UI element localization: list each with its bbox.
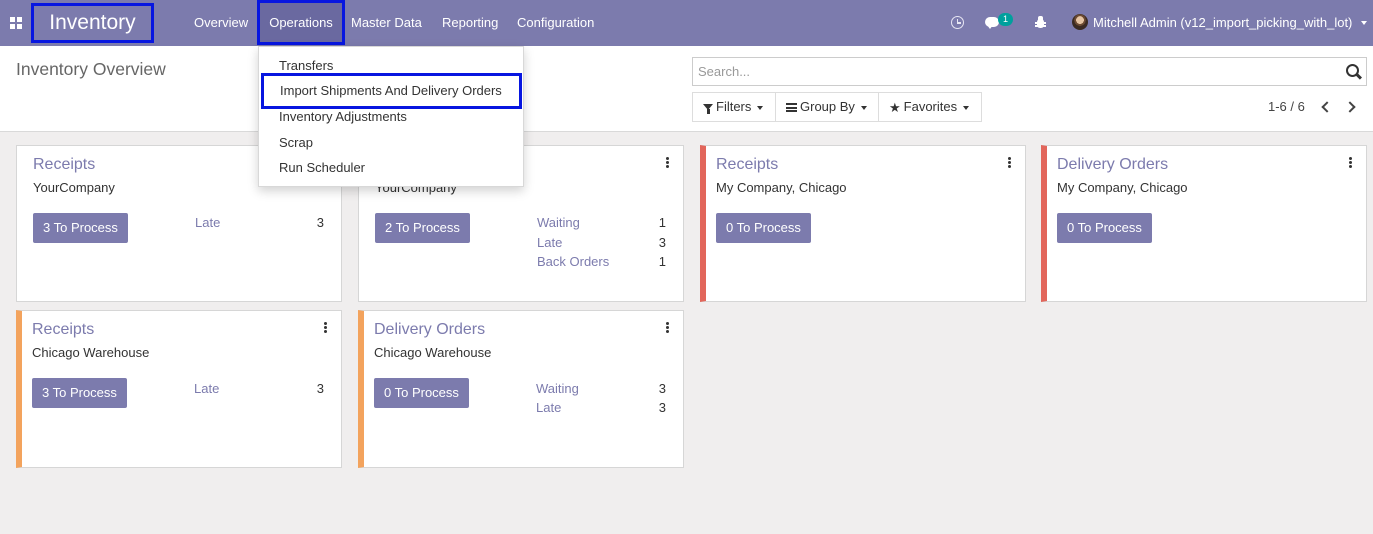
stat-back-orders-link[interactable]: Back Orders bbox=[537, 254, 609, 269]
menu-item-import-shipments[interactable]: Import Shipments And Delivery Orders bbox=[261, 73, 522, 109]
stat-waiting-value: 1 bbox=[658, 215, 666, 230]
card-title[interactable]: Receipts bbox=[32, 321, 94, 339]
control-panel: Inventory Overview Filters Group By ★Fav… bbox=[0, 46, 1373, 132]
star-icon: ★ bbox=[889, 100, 901, 116]
kebab-menu-icon[interactable] bbox=[666, 157, 669, 168]
stat-late-link[interactable]: Late bbox=[195, 215, 220, 230]
kanban-card[interactable]: Receipts My Company, Chicago 0 To Proces… bbox=[700, 145, 1026, 302]
card-title[interactable]: Receipts bbox=[33, 156, 95, 174]
stat-waiting-value: 3 bbox=[658, 381, 666, 396]
chat-icon[interactable] bbox=[985, 17, 999, 29]
chevron-left-icon[interactable] bbox=[1320, 101, 1330, 113]
to-process-button[interactable]: 0 To Process bbox=[1057, 213, 1152, 243]
user-caret-icon[interactable] bbox=[1361, 21, 1367, 25]
caret-down-icon bbox=[757, 105, 764, 110]
top-navbar: Inventory Overview Operations Master Dat… bbox=[0, 0, 1373, 46]
kebab-menu-icon[interactable] bbox=[324, 322, 327, 333]
to-process-button[interactable]: 3 To Process bbox=[32, 378, 127, 408]
menu-item-inventory-adjustments[interactable]: Inventory Adjustments bbox=[279, 109, 407, 124]
search-box bbox=[692, 57, 1367, 86]
group-by-label: Group By bbox=[800, 99, 855, 114]
search-icon[interactable] bbox=[1346, 64, 1359, 77]
card-subtitle: Chicago Warehouse bbox=[32, 345, 150, 360]
to-process-button[interactable]: 2 To Process bbox=[375, 213, 470, 243]
debug-bug-icon[interactable] bbox=[1035, 16, 1046, 29]
menu-configuration[interactable]: Configuration bbox=[517, 0, 594, 46]
kanban-card[interactable]: Receipts Chicago Warehouse 3 To Process … bbox=[16, 310, 342, 468]
kanban-card[interactable]: Delivery Orders Chicago Warehouse 0 To P… bbox=[358, 310, 684, 468]
to-process-button[interactable]: 3 To Process bbox=[33, 213, 128, 243]
menu-reporting[interactable]: Reporting bbox=[442, 0, 498, 46]
stat-late-value: 3 bbox=[658, 400, 666, 415]
card-title[interactable]: Delivery Orders bbox=[1057, 156, 1168, 174]
menu-overview[interactable]: Overview bbox=[194, 0, 248, 46]
caret-down-icon bbox=[860, 105, 867, 110]
user-avatar[interactable] bbox=[1072, 14, 1088, 30]
chevron-right-icon[interactable] bbox=[1346, 101, 1356, 113]
to-process-button[interactable]: 0 To Process bbox=[374, 378, 469, 408]
card-subtitle: My Company, Chicago bbox=[716, 180, 847, 195]
favorites-label: Favorites bbox=[903, 99, 958, 114]
stat-late-value: 3 bbox=[658, 235, 666, 250]
stat-waiting-link[interactable]: Waiting bbox=[536, 381, 579, 396]
activity-clock-icon[interactable] bbox=[951, 16, 964, 29]
card-subtitle: YourCompany bbox=[33, 180, 115, 195]
card-subtitle: My Company, Chicago bbox=[1057, 180, 1188, 195]
stat-late-link[interactable]: Late bbox=[537, 235, 562, 250]
bars-icon bbox=[786, 103, 797, 113]
pager-value[interactable]: 1-6 / 6 bbox=[1268, 99, 1305, 114]
group-by-button[interactable]: Group By bbox=[775, 92, 879, 122]
filters-button[interactable]: Filters bbox=[692, 92, 776, 122]
menu-item-transfers[interactable]: Transfers bbox=[279, 58, 333, 73]
stat-late-link[interactable]: Late bbox=[536, 400, 561, 415]
stat-back-orders-value: 1 bbox=[658, 254, 666, 269]
operations-dropdown-menu: Transfers Import Shipments And Delivery … bbox=[258, 46, 524, 187]
stat-late-value: 3 bbox=[316, 381, 324, 396]
menu-item-run-scheduler[interactable]: Run Scheduler bbox=[279, 160, 365, 175]
card-title[interactable]: Receipts bbox=[716, 156, 778, 174]
stat-waiting-link[interactable]: Waiting bbox=[537, 215, 580, 230]
stat-late-link[interactable]: Late bbox=[194, 381, 219, 396]
kebab-menu-icon[interactable] bbox=[666, 322, 669, 333]
kebab-menu-icon[interactable] bbox=[1008, 157, 1011, 168]
kebab-menu-icon[interactable] bbox=[1349, 157, 1352, 168]
user-menu[interactable]: Mitchell Admin (v12_import_picking_with_… bbox=[1093, 0, 1352, 46]
menu-operations[interactable]: Operations bbox=[257, 0, 345, 45]
card-subtitle: Chicago Warehouse bbox=[374, 345, 492, 360]
card-title[interactable]: Delivery Orders bbox=[374, 321, 485, 339]
to-process-button[interactable]: 0 To Process bbox=[716, 213, 811, 243]
filter-icon bbox=[703, 103, 713, 114]
apps-menu-icon[interactable] bbox=[10, 17, 22, 29]
menu-master-data[interactable]: Master Data bbox=[351, 0, 422, 46]
kanban-card[interactable]: Delivery Orders My Company, Chicago 0 To… bbox=[1041, 145, 1367, 302]
filters-label: Filters bbox=[716, 99, 752, 114]
menu-item-scrap[interactable]: Scrap bbox=[279, 135, 313, 150]
search-input[interactable] bbox=[693, 58, 1333, 85]
favorites-button[interactable]: ★ Favorites bbox=[878, 92, 982, 122]
page-title: Inventory Overview bbox=[16, 59, 166, 79]
app-brand[interactable]: Inventory bbox=[31, 3, 154, 43]
chat-badge: 1 bbox=[998, 13, 1013, 26]
caret-down-icon bbox=[963, 105, 970, 110]
stat-late-value: 3 bbox=[316, 215, 324, 230]
